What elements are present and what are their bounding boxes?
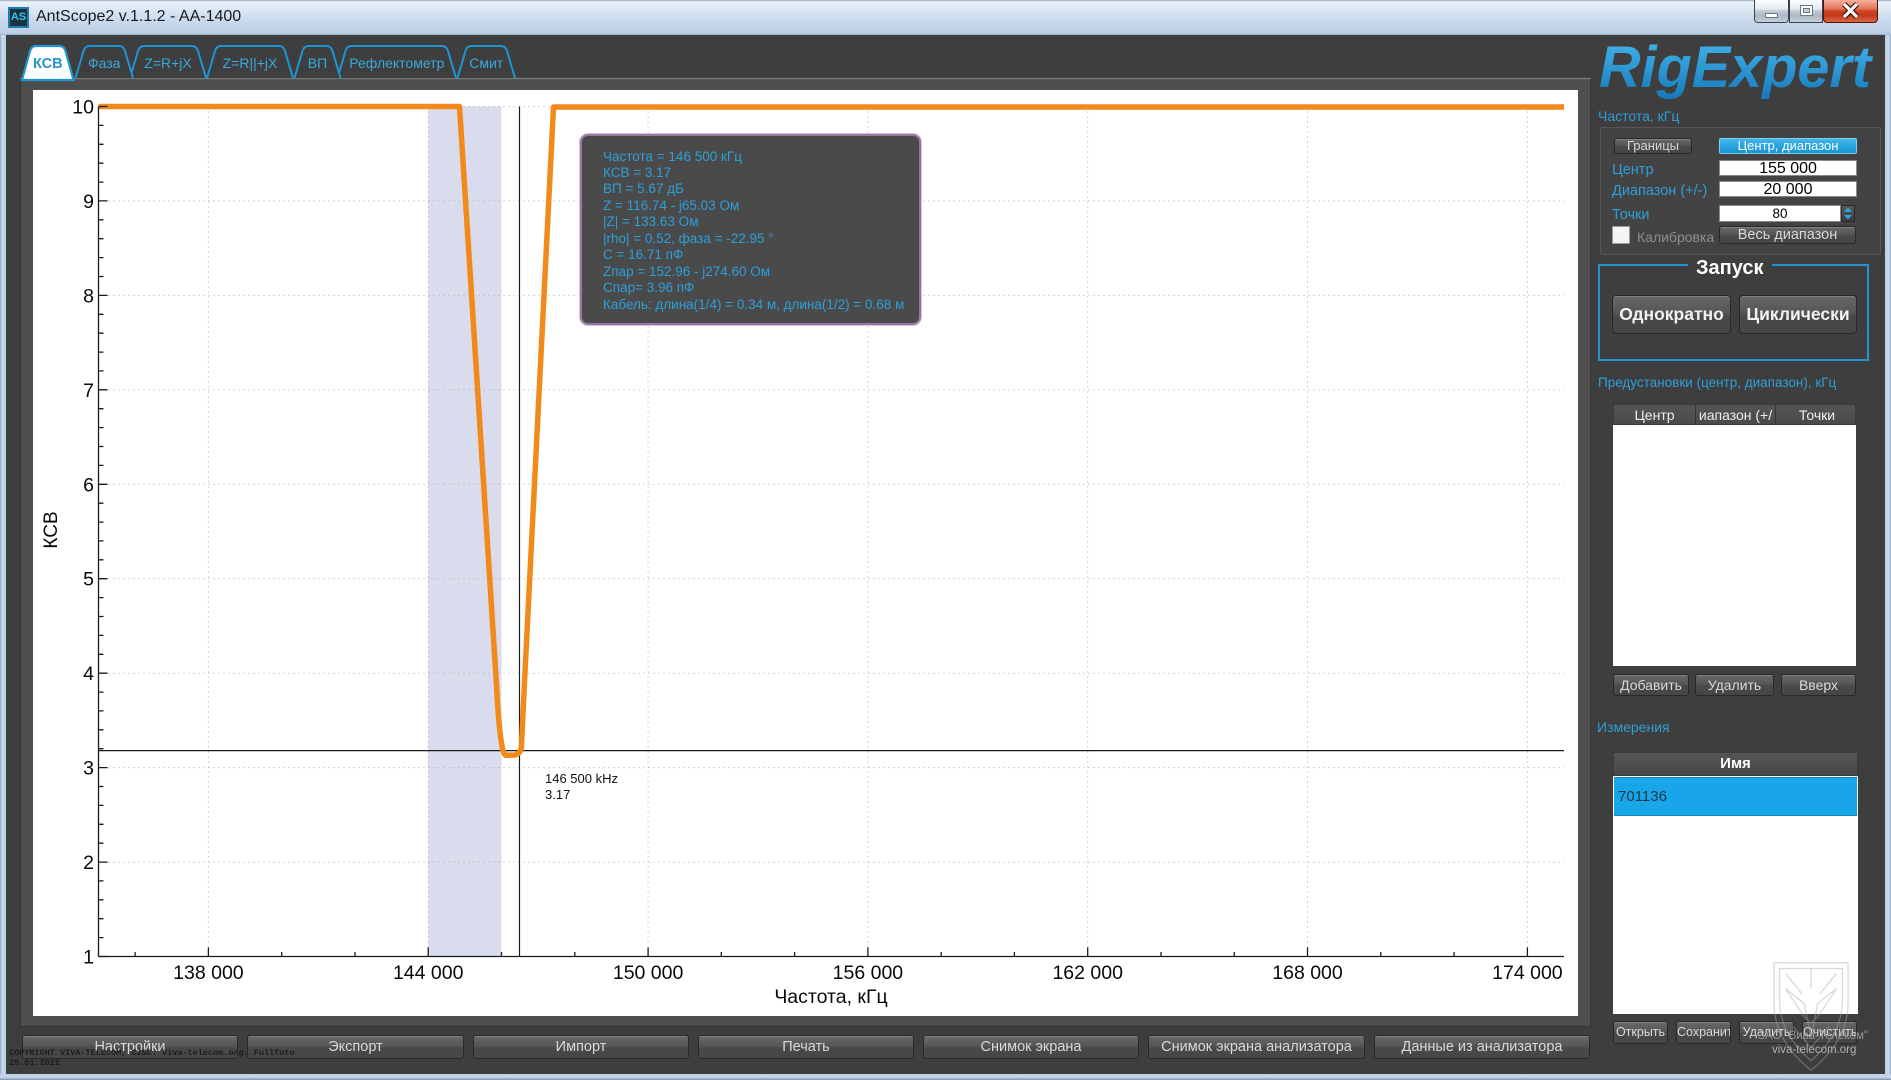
- svg-text:7: 7: [83, 380, 94, 402]
- svg-text:156 000: 156 000: [833, 962, 904, 984]
- svg-text:144 000: 144 000: [393, 962, 464, 984]
- svg-text:8: 8: [83, 285, 94, 307]
- svg-text:Z=R+jX: Z=R+jX: [144, 55, 192, 71]
- svg-text:ВП: ВП: [308, 55, 327, 71]
- svg-text:RigExpert: RigExpert: [1599, 35, 1874, 100]
- svg-text:Z=R||+jX: Z=R||+jX: [223, 55, 278, 71]
- svg-text:10: 10: [72, 97, 94, 119]
- svg-text:КСВ: КСВ: [33, 56, 63, 72]
- svg-text:6: 6: [83, 474, 94, 496]
- svg-text:Рефлектометр: Рефлектометр: [349, 55, 444, 71]
- svg-text:174 000: 174 000: [1492, 962, 1563, 984]
- svg-text:9: 9: [83, 191, 94, 213]
- svg-text:1: 1: [83, 947, 94, 969]
- svg-text:150 000: 150 000: [613, 962, 684, 984]
- svg-text:168 000: 168 000: [1272, 962, 1343, 984]
- svg-text:Частота, кГц: Частота, кГц: [774, 986, 887, 1008]
- svg-text:4: 4: [83, 663, 94, 685]
- svg-text:Смит: Смит: [469, 55, 504, 71]
- svg-text:162 000: 162 000: [1052, 962, 1123, 984]
- svg-text:Фаза: Фаза: [88, 55, 121, 71]
- svg-text:138 000: 138 000: [173, 962, 244, 984]
- svg-text:3.17: 3.17: [545, 787, 570, 802]
- svg-text:КСВ: КСВ: [41, 511, 62, 548]
- svg-text:3: 3: [83, 758, 94, 780]
- svg-text:146 500 kHz: 146 500 kHz: [545, 771, 618, 786]
- svg-text:5: 5: [83, 569, 94, 591]
- svg-text:2: 2: [83, 852, 94, 874]
